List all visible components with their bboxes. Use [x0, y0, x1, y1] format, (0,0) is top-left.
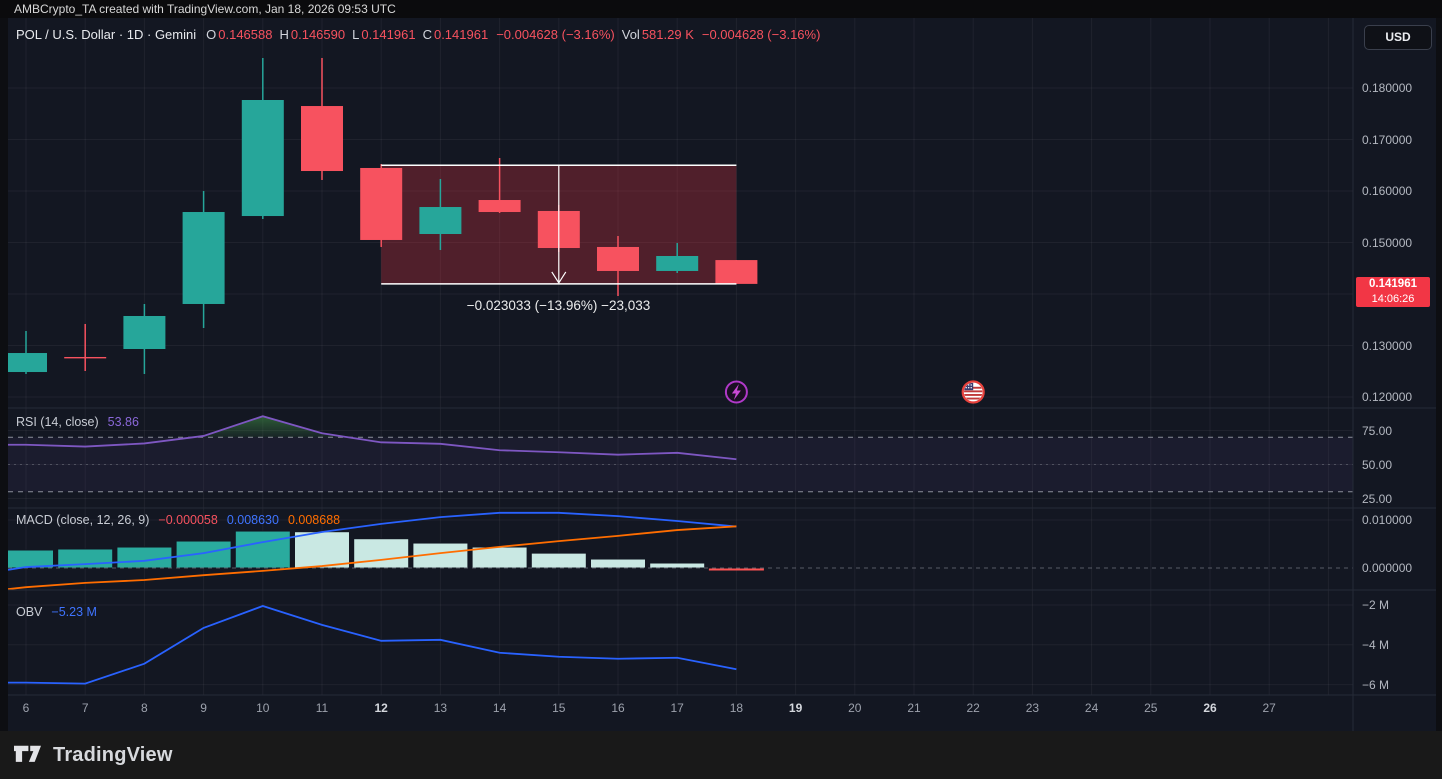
macd-signal-value: 0.008688	[288, 513, 340, 527]
gridlines	[8, 18, 1353, 695]
candle-body	[715, 260, 757, 284]
obv-value: −5.23 M	[51, 605, 97, 619]
rsi-value: 53.86	[108, 415, 139, 429]
symbol-title: POL / U.S. Dollar · 1D · Gemini	[16, 27, 196, 42]
event-lightning-icon[interactable]	[726, 382, 747, 403]
candle-body	[479, 200, 521, 212]
measure-tool-label: −0.023033 (−13.96%) −23,033	[380, 298, 737, 313]
time-axis-label: 12	[364, 700, 398, 716]
time-axis-label: 13	[423, 700, 457, 716]
candle-body	[597, 247, 639, 271]
price-axis-label: 0.120000	[1362, 389, 1412, 405]
obv-title: OBV	[16, 605, 42, 619]
tradingview-logo[interactable]	[14, 743, 44, 767]
macd-axis-label: 0.010000	[1362, 512, 1412, 528]
time-axis-label: 21	[897, 700, 931, 716]
close-label: C	[423, 27, 432, 42]
macd-legend: MACD (close, 12, 26, 9) −0.000058 0.008630…	[16, 513, 340, 527]
chart-canvas[interactable]	[0, 0, 1442, 779]
obv-axis-label: −6 M	[1362, 677, 1389, 693]
left-edge-strip	[0, 18, 8, 731]
last-price-badge: 0.141961 14:06:26	[1356, 277, 1430, 307]
time-axis-label: 17	[660, 700, 694, 716]
rsi-axis-label: 25.00	[1362, 491, 1392, 507]
time-axis-label: 22	[956, 700, 990, 716]
volume-change-value: −0.004628 (−3.16%)	[702, 27, 821, 42]
right-edge-strip	[1436, 18, 1442, 731]
time-axis-label: 16	[601, 700, 635, 716]
event-us-flag-icon[interactable]	[963, 382, 984, 403]
price-axis-label: 0.180000	[1362, 80, 1412, 96]
candle-body	[242, 100, 284, 216]
rsi-axis-label: 50.00	[1362, 457, 1392, 473]
last-price-value: 0.141961	[1356, 277, 1430, 292]
macd-line-value: 0.008630	[227, 513, 279, 527]
candle-body	[5, 353, 47, 372]
candle-body	[123, 316, 165, 349]
obv-axis-label: −2 M	[1362, 597, 1389, 613]
candle-body	[656, 256, 698, 271]
bar-countdown: 14:06:26	[1356, 292, 1430, 306]
rsi-title: RSI (14, close)	[16, 415, 99, 429]
price-axis[interactable]: 0.1800000.1700000.1600000.1500000.140000…	[1353, 18, 1436, 731]
low-value: 0.141961	[361, 27, 415, 42]
low-label: L	[352, 27, 359, 42]
time-axis-label: 24	[1075, 700, 1109, 716]
brand-name: TradingView	[53, 744, 173, 767]
time-axis-label: 15	[542, 700, 576, 716]
time-axis-label: 11	[305, 700, 339, 716]
rsi-axis-label: 75.00	[1362, 423, 1392, 439]
attribution-text: AMBCrypto_TA created with TradingView.co…	[0, 0, 1442, 18]
time-axis-label: 20	[838, 700, 872, 716]
high-label: H	[279, 27, 288, 42]
time-axis-label: 7	[68, 700, 102, 716]
volume-value: 581.29 K	[642, 27, 694, 42]
obv-axis-label: −4 M	[1362, 637, 1389, 653]
macd-histogram	[0, 531, 764, 570]
time-axis-label: 19	[779, 700, 813, 716]
volume-label: Vol	[622, 27, 640, 42]
price-axis-label: 0.130000	[1362, 338, 1412, 354]
time-axis-label: 26	[1193, 700, 1227, 716]
change-value: −0.004628 (−3.16%)	[496, 27, 615, 42]
macd-axis-label: 0.000000	[1362, 560, 1412, 576]
open-label: O	[206, 27, 216, 42]
obv-legend: OBV −5.23 M	[16, 605, 97, 619]
price-axis-label: 0.170000	[1362, 132, 1412, 148]
time-axis-label: 9	[187, 700, 221, 716]
high-value: 0.146590	[291, 27, 345, 42]
time-axis-label: 6	[9, 700, 43, 716]
time-axis-label: 8	[127, 700, 161, 716]
footer-bar: TradingView	[0, 731, 1442, 779]
macd-histogram-value: −0.000058	[158, 513, 217, 527]
currency-button[interactable]: USD	[1364, 25, 1432, 50]
candle-body	[301, 106, 343, 171]
candle-body	[360, 168, 402, 240]
time-axis-label: 14	[483, 700, 517, 716]
price-axis-label: 0.150000	[1362, 235, 1412, 251]
candle-body	[183, 212, 225, 304]
macd-title: MACD (close, 12, 26, 9)	[16, 513, 149, 527]
tradingview-chart-window: AMBCrypto_TA created with TradingView.co…	[0, 0, 1442, 779]
time-axis-label: 10	[246, 700, 280, 716]
candle-body	[419, 207, 461, 234]
candle-body	[64, 357, 106, 358]
symbol-legend: POL / U.S. Dollar · 1D · Gemini O0.146588…	[16, 27, 820, 42]
time-axis[interactable]: 6 7 8 9 10 11 12 13 14 15 16 17 18 19 20 21 22 23 24 25 26 27	[0, 695, 1442, 731]
open-value: 0.146588	[218, 27, 272, 42]
time-axis-label: 25	[1134, 700, 1168, 716]
time-axis-label: 27	[1252, 700, 1286, 716]
close-value: 0.141961	[434, 27, 488, 42]
time-axis-label: 18	[719, 700, 753, 716]
rsi-legend: RSI (14, close) 53.86	[16, 415, 139, 429]
price-axis-label: 0.160000	[1362, 183, 1412, 199]
attribution-bar: AMBCrypto_TA created with TradingView.co…	[0, 0, 1442, 18]
time-axis-label: 23	[1015, 700, 1049, 716]
